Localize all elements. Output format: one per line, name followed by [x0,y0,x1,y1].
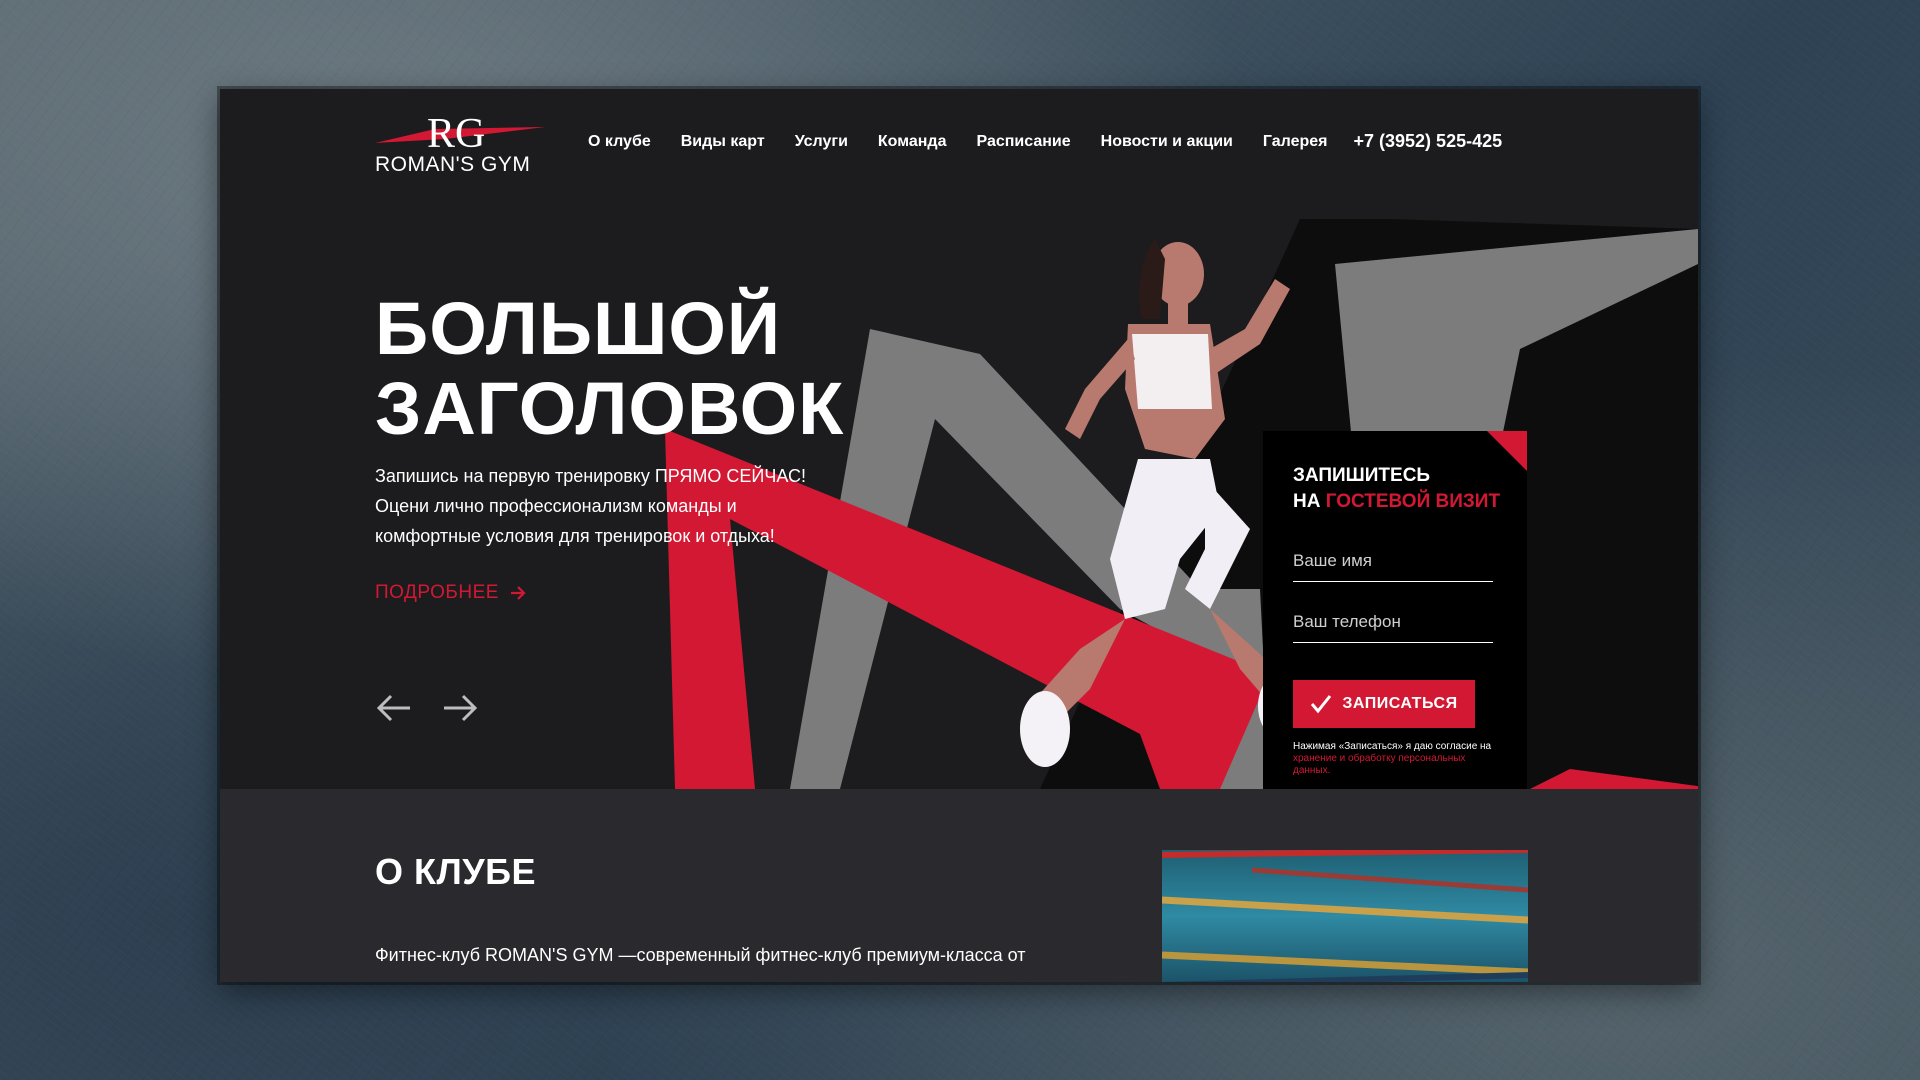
nav-item-team[interactable]: Команда [878,133,947,151]
logo[interactable]: RG ROMAN'S GYM [375,109,545,179]
about-section: О КЛУБЕ Фитнес-клуб ROMAN'S GYM —совреме… [220,789,1698,982]
main-nav: О клубе Виды карт Услуги Команда Расписа… [588,131,1502,152]
about-title: О КЛУБЕ [375,851,537,892]
website-frame: RG ROMAN'S GYM О клубе Виды карт Услуги … [220,89,1698,982]
logo-mark-icon: RG [375,111,545,154]
svg-text:RG: RG [427,111,485,154]
hero-section: RG ROMAN'S GYM О клубе Виды карт Услуги … [220,89,1698,789]
consent-body: Нажимая «Записаться» я даю согласие на [1293,741,1492,752]
pool-photo [1162,850,1528,982]
nav-item-gallery[interactable]: Галерея [1263,133,1328,151]
nav-item-news[interactable]: Новости и акции [1101,133,1233,151]
form-title: ЗАПИШИТЕСЬ НА ГОСТЕВОЙ ВИЗИТ [1293,463,1500,515]
headline-line-1: БОЛЬШОЙ [375,287,782,370]
arrow-right-icon [510,586,526,600]
form-title-prefix: НА [1293,491,1326,512]
nav-item-about[interactable]: О клубе [588,133,651,151]
arrow-left-icon [376,694,410,722]
form-title-line-2: НА ГОСТЕВОЙ ВИЗИТ [1293,489,1500,515]
logo-text: ROMAN'S GYM [375,153,531,176]
submit-button[interactable]: ЗАПИСАТЬСЯ [1293,680,1475,728]
nav-item-cards[interactable]: Виды карт [681,133,765,151]
more-link[interactable]: ПОДРОБНЕЕ [375,582,527,604]
check-icon [1311,695,1332,714]
name-input[interactable] [1293,541,1493,582]
arrow-right-icon [444,694,478,722]
hero-lead-text: Запишись на первую тренировку ПРЯМО СЕЙЧ… [375,466,806,546]
site-header: RG ROMAN'S GYM О клубе Виды карт Услуги … [220,89,1698,199]
consent-text: Нажимая «Записаться» я даю согласие на х… [1293,741,1503,777]
submit-label: ЗАПИСАТЬСЯ [1342,695,1458,712]
nav-item-services[interactable]: Услуги [795,133,848,151]
headline-line-2: ЗАГОЛОВОК [375,367,845,450]
about-text: Фитнес-клуб ROMAN'S GYM —современный фит… [375,945,1026,965]
form-title-line-1: ЗАПИШИТЕСЬ [1293,465,1431,486]
slider-next-button[interactable] [441,689,479,727]
hero-headline: БОЛЬШОЙ ЗАГОЛОВОК [375,289,844,449]
phone-link[interactable]: +7 (3952) 525-425 [1354,131,1503,152]
pool-image [1162,850,1528,982]
guest-visit-form: ЗАПИШИТЕСЬ НА ГОСТЕВОЙ ВИЗИТ ЗАПИСАТЬСЯ … [1263,431,1527,789]
more-link-label: ПОДРОБНЕЕ [375,582,499,603]
consent-link[interactable]: хранение и обработку персональных данных… [1293,753,1465,776]
nav-item-schedule[interactable]: Расписание [976,133,1070,151]
slider-prev-button[interactable] [375,689,413,727]
slider-arrows [375,689,507,727]
form-title-accent: ГОСТЕВОЙ ВИЗИТ [1325,491,1501,512]
phone-input[interactable] [1293,602,1493,643]
